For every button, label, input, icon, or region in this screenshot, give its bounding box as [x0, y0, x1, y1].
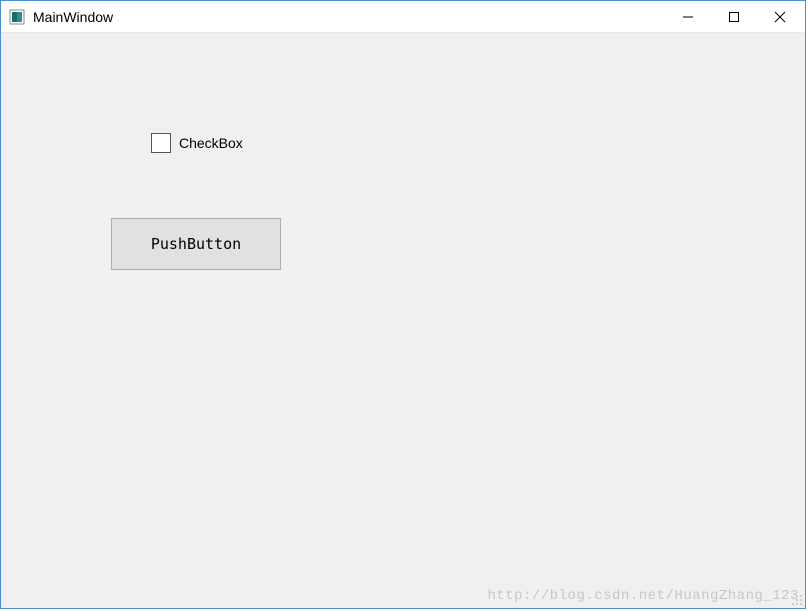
window-title: MainWindow: [33, 9, 113, 25]
checkbox-box-icon: [151, 133, 171, 153]
close-button[interactable]: [757, 2, 803, 32]
maximize-button[interactable]: [711, 2, 757, 32]
window-controls: [665, 1, 803, 32]
checkbox[interactable]: CheckBox: [151, 133, 243, 153]
push-button[interactable]: PushButton: [111, 218, 281, 270]
minimize-button[interactable]: [665, 2, 711, 32]
resize-grip-icon[interactable]: [791, 594, 803, 606]
checkbox-label: CheckBox: [179, 135, 243, 151]
app-icon: [9, 9, 25, 25]
watermark-text: http://blog.csdn.net/HuangZhang_123: [487, 588, 799, 604]
titlebar[interactable]: MainWindow: [1, 1, 805, 33]
client-area: CheckBox PushButton http://blog.csdn.net…: [1, 33, 805, 608]
push-button-label: PushButton: [151, 235, 241, 253]
main-window: MainWindow CheckBox PushButton http://bl…: [0, 0, 806, 609]
